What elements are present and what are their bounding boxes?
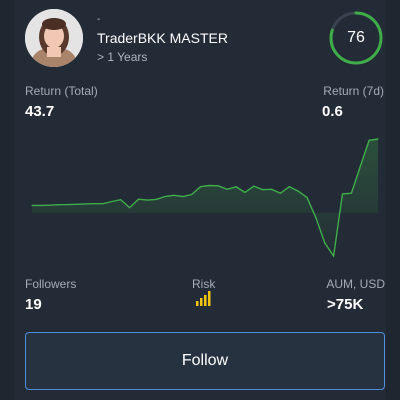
return-7d-label: Return (7d)	[323, 84, 384, 98]
chart-point	[31, 204, 33, 207]
chart-point	[217, 185, 219, 187]
chart-point	[66, 203, 69, 206]
chart-point	[128, 207, 131, 209]
trader-name[interactable]: TraderBKK MASTER	[97, 30, 228, 46]
chart-point	[93, 203, 95, 205]
chart-point	[288, 186, 290, 188]
performance-chart	[31, 138, 379, 258]
chart-point	[333, 255, 335, 257]
chart-point	[359, 165, 361, 168]
chart-point	[137, 198, 140, 200]
chart-point	[315, 217, 317, 219]
chart-point	[164, 195, 166, 198]
score-value: 76	[347, 29, 365, 46]
chart-point	[368, 139, 370, 142]
chart-point	[75, 203, 77, 205]
chart-point	[146, 199, 148, 201]
chart-point	[244, 191, 246, 194]
chart-point	[270, 188, 273, 190]
chart-point	[49, 204, 51, 206]
chart-point	[191, 193, 193, 196]
chart-point	[341, 193, 344, 195]
chart-area-fill	[32, 139, 378, 256]
return-7d-value: 0.6	[322, 103, 343, 120]
chart-point	[253, 185, 255, 187]
aum-label: AUM, USD	[326, 277, 385, 291]
signal-bars-icon	[196, 291, 211, 306]
score-gauge: 76	[328, 10, 384, 66]
avatar[interactable]	[25, 9, 83, 67]
follow-button[interactable]: Follow	[25, 332, 385, 390]
chart-point	[235, 186, 237, 188]
return-total-value: 43.7	[25, 103, 55, 120]
chart-point	[111, 200, 113, 203]
followers-label: Followers	[25, 277, 77, 291]
chart-point	[306, 196, 308, 199]
left-edge	[0, 0, 14, 400]
right-edge	[386, 0, 400, 400]
chart-point	[324, 242, 326, 244]
trader-badge: -	[97, 14, 101, 25]
risk-label: Risk	[192, 277, 216, 291]
chart-point	[297, 190, 299, 192]
chart-point	[279, 192, 282, 194]
chart-point	[155, 198, 157, 200]
chart-point	[58, 204, 60, 206]
chart-point	[199, 186, 202, 188]
chart-point	[262, 189, 264, 191]
followers-value: 19	[25, 296, 42, 313]
chart-point	[377, 138, 379, 140]
chart-point	[120, 199, 122, 201]
trader-tenure: > 1 Years	[97, 50, 148, 64]
chart-point	[350, 192, 352, 194]
chart-point	[40, 204, 42, 207]
aum-value: >75K	[327, 296, 364, 313]
follow-button-label: Follow	[181, 352, 229, 369]
chart-point	[182, 195, 184, 198]
avatar-image	[25, 9, 83, 67]
chart-point	[208, 184, 211, 187]
chart-point	[173, 194, 175, 196]
chart-point	[84, 203, 86, 205]
chart-point	[226, 188, 228, 190]
trader-card: - TraderBKK MASTER > 1 Years 76 Return (…	[0, 0, 400, 400]
return-total-label: Return (Total)	[25, 84, 98, 98]
chart-point	[102, 203, 104, 205]
